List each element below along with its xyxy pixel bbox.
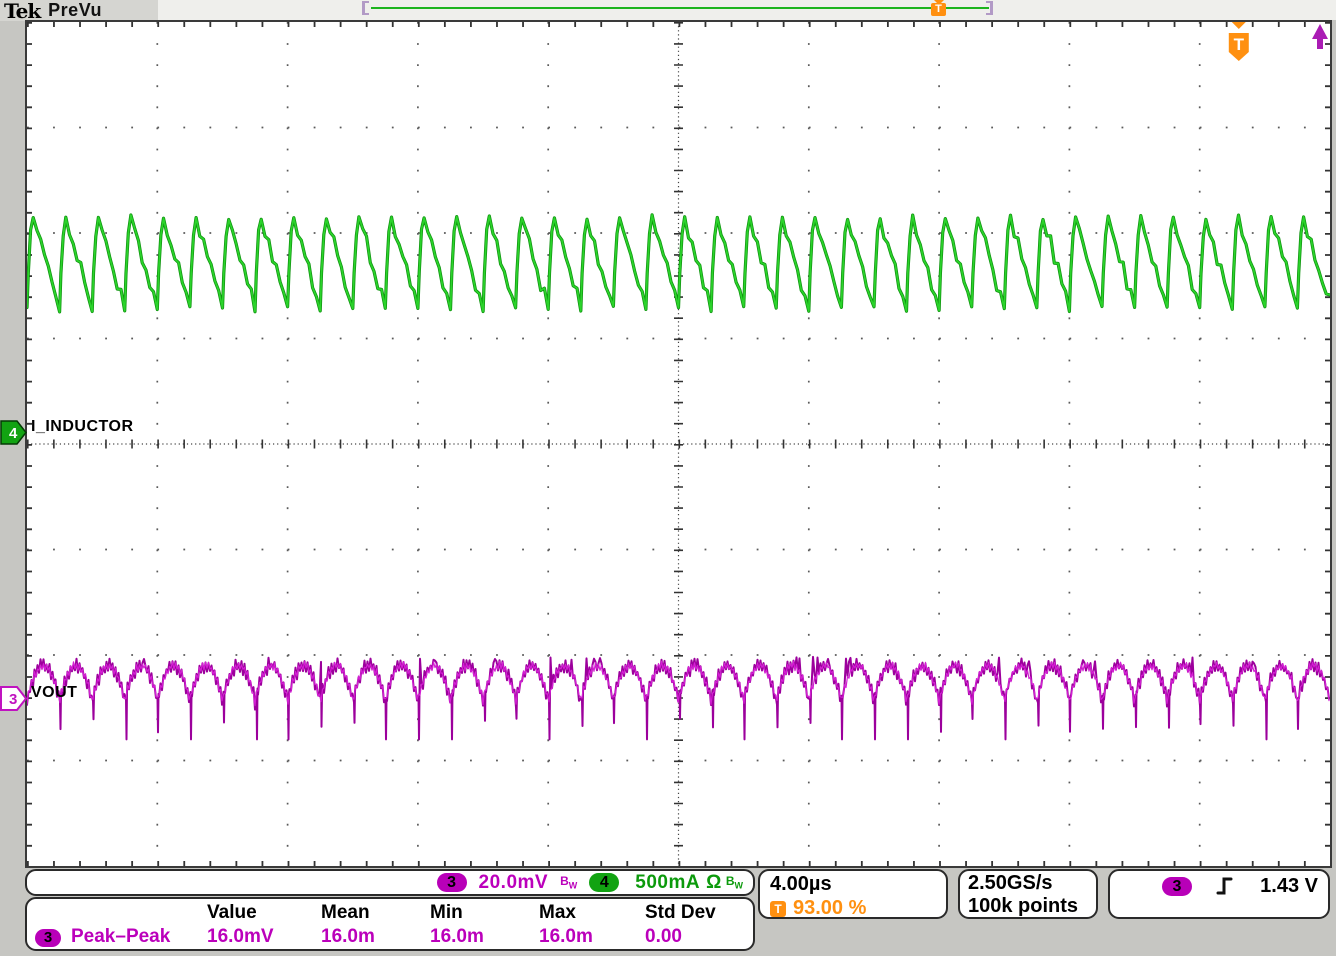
channel3-bandwidth-limit-icon: BW xyxy=(560,874,578,891)
trigger-position-flag-icon: T xyxy=(931,3,946,16)
timebase-readout: 4.00µs T 93.00 % xyxy=(758,869,948,919)
rising-edge-slope-icon xyxy=(1216,877,1233,895)
channel4-impedance-icon: Ω xyxy=(706,871,722,893)
trigger-settings-line: 3 1.43 V xyxy=(1120,874,1318,898)
measurement-mean: 16.0m xyxy=(321,926,375,947)
trigger-position-percent: 93.00 % xyxy=(793,897,867,919)
acquisition-mode-label: PreVu xyxy=(48,0,103,20)
logo-box: Tek PreVu xyxy=(0,0,158,23)
col-header-min: Min xyxy=(430,902,463,923)
top-status-strip: Tek PreVu T xyxy=(0,0,1336,23)
measurement-stddev: 0.00 xyxy=(645,926,682,947)
oscilloscope-screen: Tek PreVu T T 4 I_INDUCTOR 3 VOUT 3 20.0… xyxy=(0,0,1336,956)
waveform-display-area: T xyxy=(25,20,1332,868)
trigger-readout: 3 1.43 V xyxy=(1108,869,1330,919)
measurement-name: Peak–Peak xyxy=(71,926,171,947)
trigger-flag-icon: T xyxy=(770,900,786,917)
measurement-value: 16.0mV xyxy=(207,926,274,947)
channel3-scale: 20.0mV xyxy=(478,871,549,893)
channel4-badge: 4 xyxy=(589,873,620,892)
acquisition-readout: 2.50GS/s 100k points xyxy=(958,869,1098,919)
svg-text:T: T xyxy=(1234,35,1245,54)
channel3-position-marker: 3 xyxy=(0,686,27,711)
trigger-position-readout: T 93.00 % xyxy=(770,897,946,920)
channel3-badge: 3 xyxy=(35,929,61,947)
channel3-badge: 3 xyxy=(436,873,467,892)
acquisition-window-bar xyxy=(371,7,989,9)
channel4-position-marker: 4 xyxy=(0,420,27,445)
trigger-level-offscreen-arrow-icon xyxy=(1312,24,1328,49)
measurement-source-badge-cell: 3 xyxy=(27,926,71,948)
col-header-stddev: Std Dev xyxy=(645,902,716,923)
measurement-min: 16.0m xyxy=(430,926,484,947)
acquisition-right-bracket-icon xyxy=(986,1,993,15)
col-header-mean: Mean xyxy=(321,902,370,923)
svg-text:4: 4 xyxy=(9,425,18,442)
measurement-max: 16.0m xyxy=(539,926,593,947)
record-length: 100k points xyxy=(968,895,1079,917)
acquisition-left-bracket-icon xyxy=(362,1,369,15)
trigger-position-bar-icon: T xyxy=(931,0,947,17)
channel4-scale: 500mA xyxy=(635,871,701,893)
col-header-value: Value xyxy=(207,902,257,923)
col-header-max: Max xyxy=(539,902,576,923)
trigger-level: 1.43 V xyxy=(1260,874,1318,897)
timebase-scale: 4.00µs xyxy=(770,873,832,895)
graticule-and-waveforms: T xyxy=(27,22,1330,866)
measurement-header-row: Value Mean Min Max Std Dev xyxy=(27,902,753,924)
channel4-bandwidth-limit-icon: BW xyxy=(725,874,743,891)
channel3-label: VOUT xyxy=(31,684,78,701)
sample-rate: 2.50GS/s xyxy=(968,872,1053,894)
measurement-row: 3 Peak–Peak 16.0mV 16.0m 16.0m 16.0m 0.0… xyxy=(27,926,753,948)
trigger-time-triangle-icon xyxy=(1231,22,1246,29)
channel4-label: I_INDUCTOR xyxy=(31,418,134,435)
trigger-source-badge: 3 xyxy=(1162,876,1192,896)
svg-text:3: 3 xyxy=(9,691,17,708)
channel-scale-readouts: 3 20.0mV BW 4 500mA Ω BW xyxy=(25,869,755,896)
measurement-table: Value Mean Min Max Std Dev 3 Peak–Peak 1… xyxy=(25,897,755,951)
